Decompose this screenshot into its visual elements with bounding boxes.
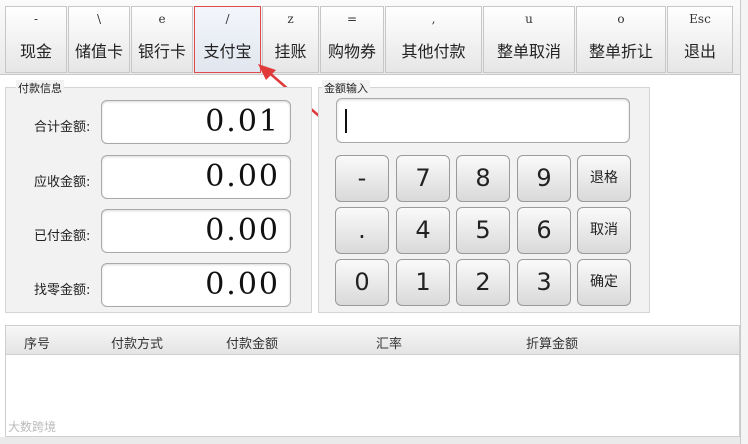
keypad-minus-button[interactable]: - [335, 155, 389, 202]
keypad-8-button[interactable]: 8 [456, 155, 510, 202]
payment-table-header: 序号 付款方式 付款金额 汇率 折算金额 [5, 325, 740, 355]
change-amount-value: 0.00 [101, 263, 291, 307]
column-header-index: 序号 [24, 337, 51, 352]
keypad-1-button[interactable]: 1 [396, 259, 450, 306]
paid-amount-value: 0.00 [101, 209, 291, 253]
button-label: 整单折让 [588, 42, 653, 61]
column-header-converted-amount: 折算金额 [526, 337, 579, 352]
keypad-9-button[interactable]: 9 [517, 155, 571, 202]
button-label: 银行卡 [137, 42, 186, 61]
paid-amount-label: 已付金额: [34, 229, 91, 244]
button-label: 现金 [19, 42, 52, 61]
keypad-7-button[interactable]: 7 [396, 155, 450, 202]
shortcut-key: / [225, 12, 230, 26]
receivable-amount-value: 0.00 [101, 155, 291, 199]
column-header-exchange-rate: 汇率 [376, 337, 403, 352]
keypad-5-button[interactable]: 5 [456, 207, 510, 254]
shortcut-key: u [525, 12, 533, 26]
keypad-4-button[interactable]: 4 [396, 207, 450, 254]
button-label: 整单取消 [496, 42, 561, 61]
order-discount-button[interactable]: o 整单折让 [576, 6, 666, 73]
stored-value-card-button[interactable]: \ 储值卡 [68, 6, 130, 73]
amount-input-field[interactable] [336, 98, 630, 143]
button-label: 购物券 [327, 42, 376, 61]
keypad-3-button[interactable]: 3 [517, 259, 571, 306]
keypad-decimal-button[interactable]: . [335, 207, 389, 254]
text-caret [345, 109, 347, 133]
other-payment-button[interactable]: , 其他付款 [385, 6, 482, 73]
column-header-payment-method: 付款方式 [111, 337, 164, 352]
shortcut-key: \ [96, 12, 102, 26]
change-amount-label: 找零金额: [34, 283, 91, 298]
cancel-input-button[interactable]: 取消 [577, 207, 631, 254]
shortcut-key: o [617, 12, 625, 26]
shortcut-key: - [33, 12, 39, 26]
cancel-order-button[interactable]: u 整单取消 [483, 6, 575, 73]
keypad-2-button[interactable]: 2 [456, 259, 510, 306]
shortcut-key: = [346, 12, 358, 26]
button-label: 退出 [683, 42, 716, 61]
total-amount-value: 0.01 [101, 100, 291, 144]
confirm-button[interactable]: 确定 [577, 259, 631, 306]
receivable-amount-label: 应收金额: [34, 175, 91, 190]
shortcut-key: e [158, 12, 166, 26]
bottom-bar [0, 437, 740, 444]
right-edge-strip [740, 0, 748, 444]
cash-button[interactable]: - 现金 [5, 6, 67, 73]
shortcut-key: , [431, 12, 436, 26]
payment-method-toolbar: - 现金 \ 储值卡 e 银行卡 / 支付宝 z 挂账 = 购物券 , 其他付款… [0, 0, 740, 75]
exit-button[interactable]: Esc 退出 [667, 6, 733, 73]
payment-info-title: 付款信息 [16, 80, 64, 96]
watermark-text: 大数跨境 [8, 420, 57, 434]
column-header-payment-amount: 付款金额 [226, 337, 279, 352]
shortcut-key: Esc [689, 12, 711, 26]
keypad-6-button[interactable]: 6 [517, 207, 571, 254]
payment-table-body[interactable] [5, 355, 740, 437]
shortcut-key: z [287, 12, 294, 26]
button-label: 支付宝 [203, 42, 252, 61]
total-amount-label: 合计金额: [34, 120, 91, 135]
button-label: 挂账 [274, 42, 307, 61]
amount-input-title: 金额输入 [322, 80, 370, 96]
button-label: 其他付款 [401, 42, 466, 61]
button-label: 储值卡 [74, 42, 123, 61]
backspace-button[interactable]: 退格 [577, 155, 631, 202]
keypad-0-button[interactable]: 0 [335, 259, 389, 306]
bank-card-button[interactable]: e 银行卡 [131, 6, 193, 73]
